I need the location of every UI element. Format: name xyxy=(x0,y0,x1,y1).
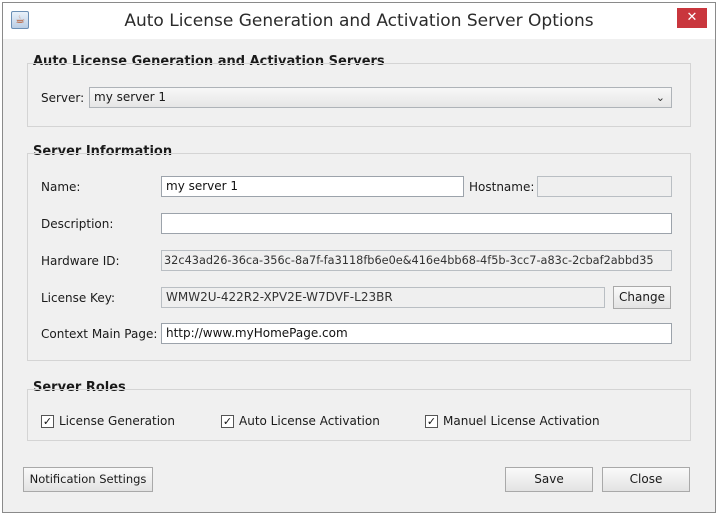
name-label: Name: xyxy=(41,180,81,194)
license-generation-checkbox[interactable]: ✓ License Generation xyxy=(41,414,175,428)
license-key-label: License Key: xyxy=(41,291,115,305)
name-input[interactable]: my server 1 xyxy=(161,176,464,197)
server-select-value: my server 1 xyxy=(94,90,167,104)
manuel-license-activation-checkbox[interactable]: ✓ Manuel License Activation xyxy=(425,414,600,428)
license-key-field: WMW2U-422R2-XPV2E-W7DVF-L23BR xyxy=(161,287,605,308)
close-button[interactable]: Close xyxy=(602,467,690,492)
save-button[interactable]: Save xyxy=(505,467,593,492)
java-app-icon: ☕ xyxy=(11,11,29,29)
context-main-page-label: Context Main Page: xyxy=(41,327,158,341)
checkbox-checked-icon: ✓ xyxy=(425,414,438,428)
manuel-license-activation-label: Manuel License Activation xyxy=(443,414,600,428)
description-input[interactable] xyxy=(161,213,672,234)
checkbox-checked-icon: ✓ xyxy=(221,414,234,428)
hostname-input[interactable] xyxy=(537,176,672,197)
auto-license-activation-checkbox[interactable]: ✓ Auto License Activation xyxy=(221,414,380,428)
options-dialog: ☕ Auto License Generation and Activation… xyxy=(2,2,716,513)
notification-settings-button[interactable]: Notification Settings xyxy=(23,467,153,492)
server-label: Server: xyxy=(41,91,85,105)
checkbox-checked-icon: ✓ xyxy=(41,414,54,428)
window-close-button[interactable]: ✕ xyxy=(677,8,707,28)
close-icon: ✕ xyxy=(686,10,698,25)
auto-license-activation-label: Auto License Activation xyxy=(239,414,380,428)
chevron-down-icon: ⌄ xyxy=(655,91,665,104)
hardware-id-label: Hardware ID: xyxy=(41,254,120,268)
hostname-label: Hostname: xyxy=(469,180,535,194)
license-generation-label: License Generation xyxy=(59,414,175,428)
window-title: Auto License Generation and Activation S… xyxy=(124,11,594,31)
change-license-button[interactable]: Change xyxy=(613,286,671,309)
title-bar[interactable]: ☕ Auto License Generation and Activation… xyxy=(3,3,715,39)
context-main-page-input[interactable]: http://www.myHomePage.com xyxy=(161,323,672,344)
description-label: Description: xyxy=(41,217,114,231)
server-select[interactable]: my server 1 ⌄ xyxy=(89,87,672,108)
hardware-id-field: 32c43ad26-36ca-356c-8a7f-fa3118fb6e0e&41… xyxy=(161,250,672,271)
